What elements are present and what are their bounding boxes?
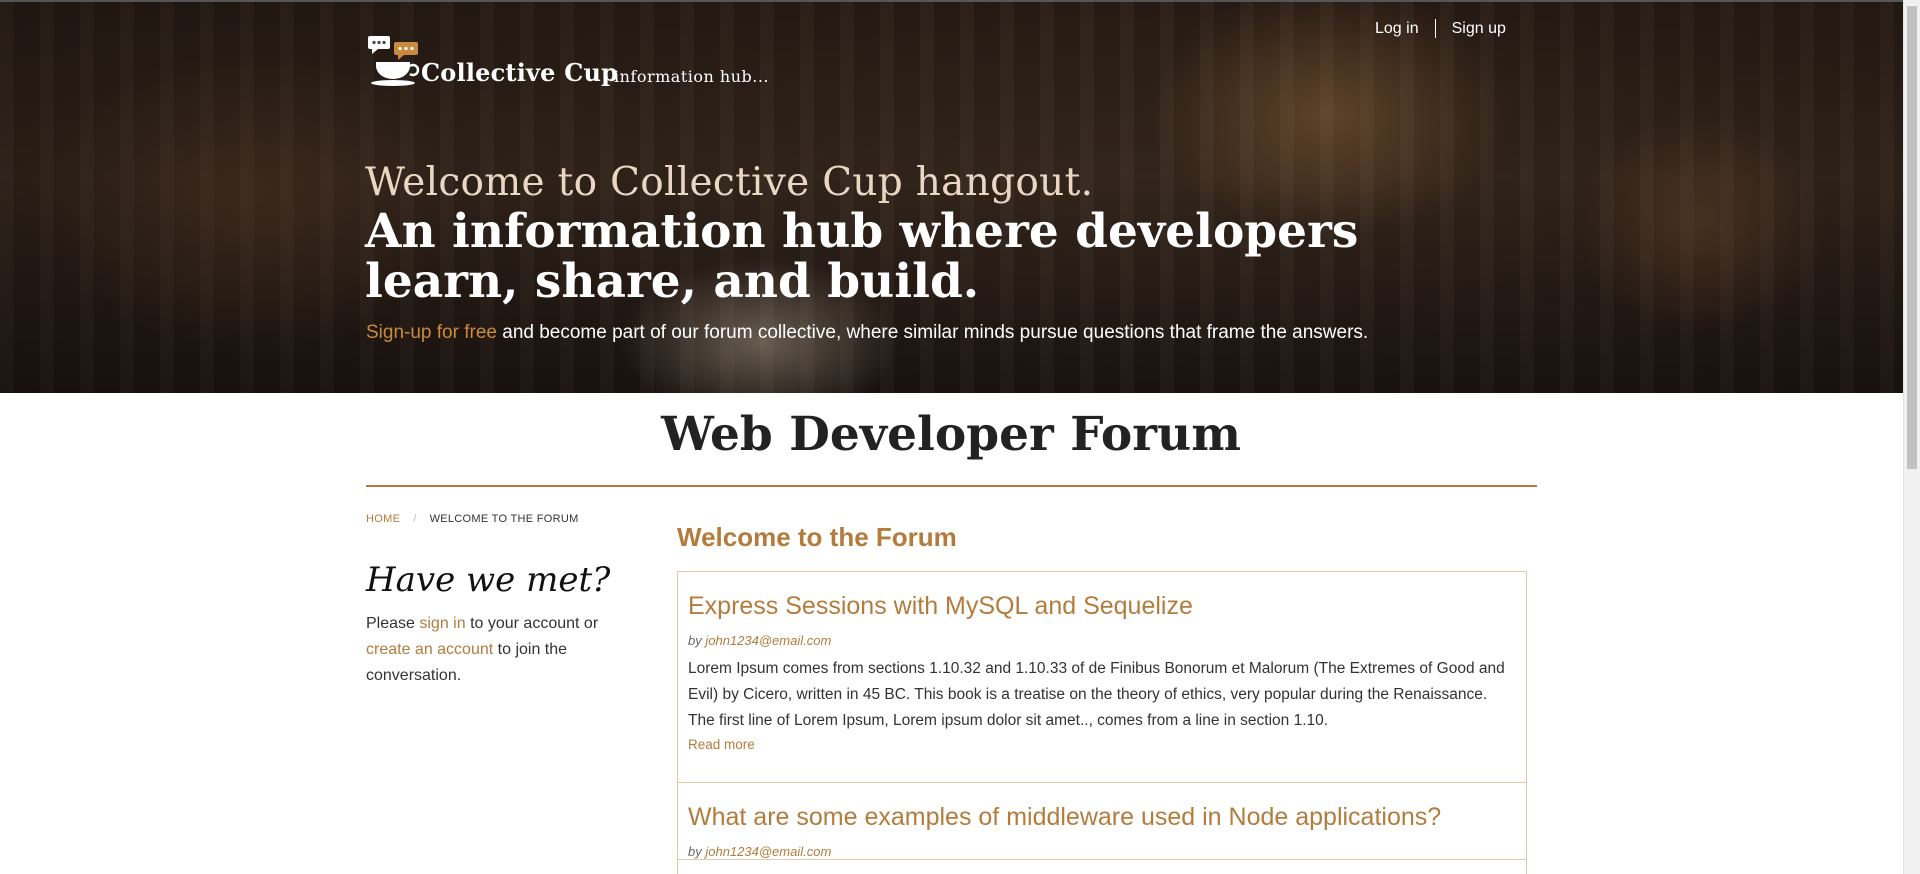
sidebar-text-part: Please	[366, 615, 420, 632]
forum-heading: Welcome to the Forum	[677, 522, 957, 552]
site-logo[interactable]: Collective Cup information hub...	[366, 34, 796, 90]
breadcrumb-separator: /	[413, 513, 417, 525]
hero-banner: Collective Cup information hub... Log in…	[0, 0, 1903, 393]
auth-nav: Log in Sign up	[1375, 19, 1506, 38]
logo-name: Collective Cup	[421, 58, 619, 87]
login-link[interactable]: Log in	[1375, 20, 1419, 38]
hero-headline: An information hub where developers lear…	[365, 204, 1359, 309]
post-item: Express Sessions with MySQL and Sequeliz…	[678, 572, 1526, 783]
post-author: by john1234@email.com	[688, 633, 1516, 648]
post-title-link[interactable]: What are some examples of middleware use…	[688, 783, 1516, 832]
signup-link[interactable]: Sign up	[1452, 20, 1506, 38]
hero-cta-text: and become part of our forum collective,…	[496, 322, 1369, 343]
post-item: What are some examples of middleware use…	[678, 783, 1526, 860]
coffee-cup-chat-icon	[368, 36, 420, 86]
hero-cta: Sign-up for free and become part of our …	[366, 322, 1368, 344]
logo-tagline: information hub...	[614, 67, 770, 86]
create-account-link[interactable]: create an account	[366, 641, 493, 658]
post-author-prefix: by	[688, 633, 706, 648]
hero-welcome: Welcome to Collective Cup hangout.	[365, 160, 1094, 205]
post-excerpt: Lorem Ipsum comes from sections 1.10.32 …	[688, 660, 1505, 729]
scrollbar-thumb[interactable]	[1907, 6, 1917, 469]
read-more-link[interactable]: Read more	[688, 737, 755, 752]
breadcrumb-current: WELCOME TO THE FORUM	[429, 513, 579, 525]
post-author: by john1234@email.com	[688, 844, 1516, 859]
post-author-prefix: by	[688, 844, 706, 859]
post-title-link[interactable]: Express Sessions with MySQL and Sequeliz…	[688, 572, 1516, 621]
sign-in-link[interactable]: sign in	[419, 615, 465, 632]
sidebar-title: Have we met?	[366, 560, 611, 600]
breadcrumb-home[interactable]: HOME	[366, 513, 400, 525]
page-title: Web Developer Forum	[661, 407, 1241, 462]
sidebar-text: Please sign in to your account or create…	[366, 611, 616, 689]
post-author-email[interactable]: john1234@email.com	[705, 844, 831, 859]
signup-free-link[interactable]: Sign-up for free	[366, 322, 497, 343]
sidebar-text-part: to your account or	[465, 615, 599, 632]
breadcrumb: HOME / WELCOME TO THE FORUM	[366, 513, 579, 525]
title-divider	[366, 485, 1537, 487]
auth-divider	[1434, 19, 1436, 38]
post-list: Express Sessions with MySQL and Sequeliz…	[677, 571, 1527, 874]
page-scrollbar[interactable]	[1903, 0, 1920, 874]
post-author-email[interactable]: john1234@email.com	[705, 633, 831, 648]
